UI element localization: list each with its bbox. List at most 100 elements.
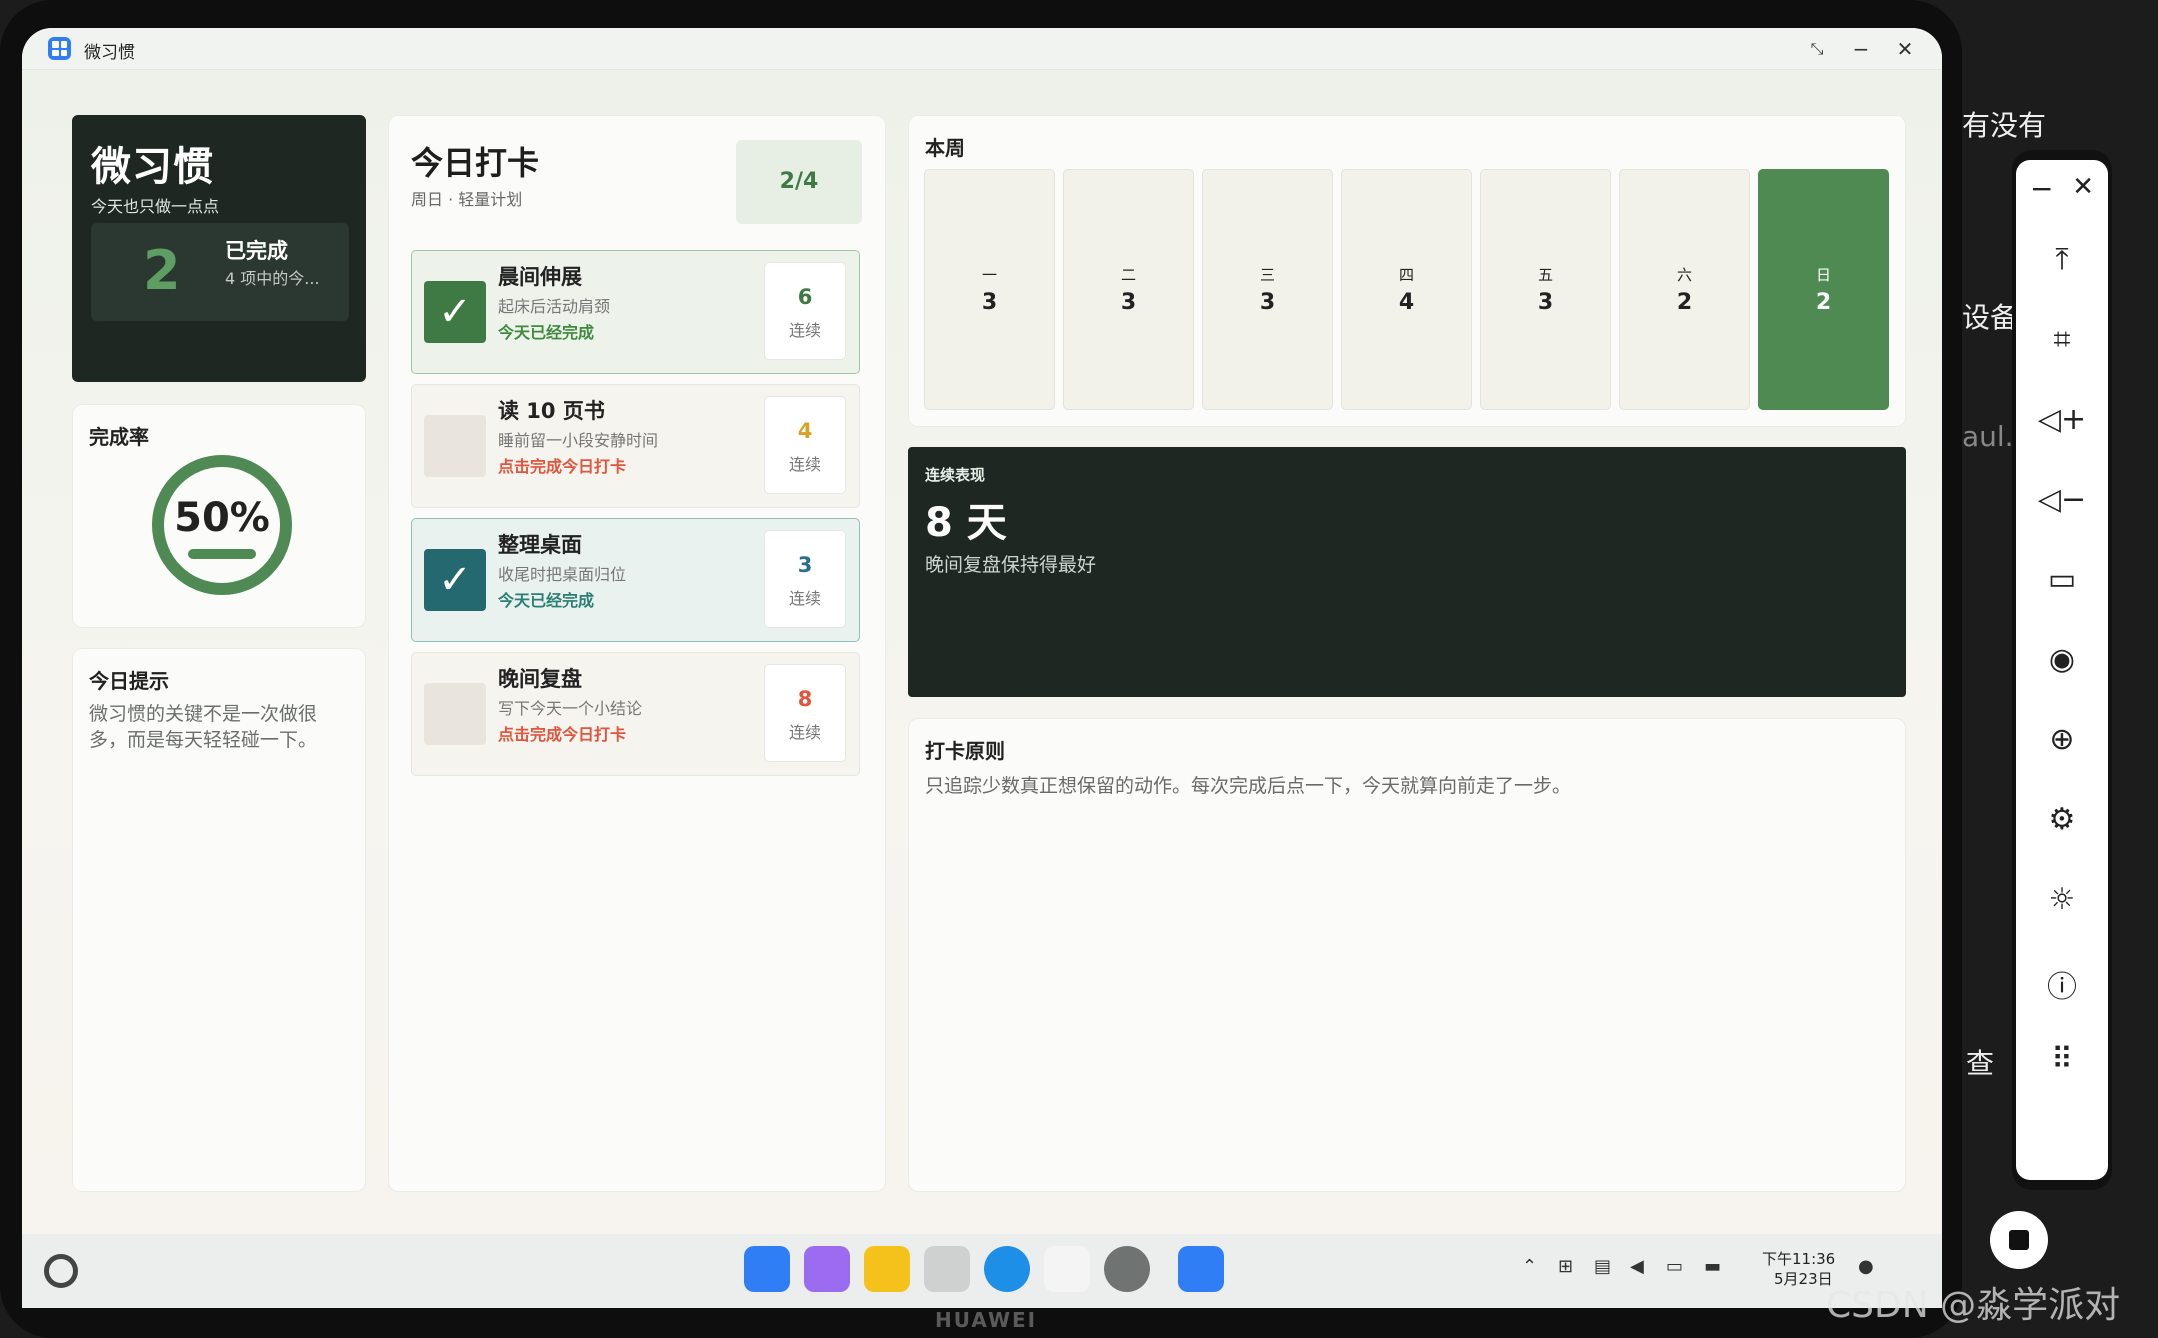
checkin-subtitle: 周日 · 轻量计划 xyxy=(411,190,523,209)
habit-streak: 4 连续 xyxy=(764,396,846,494)
taskbar: ⌃ ⊞ ▤ ◀ ▭ ▬ 下午11:36 5月23日 ● xyxy=(22,1234,1942,1308)
tip-text: 微习惯的关键不是一次做很多，而是每天轻轻碰一下。 xyxy=(89,703,318,751)
gallery-icon[interactable] xyxy=(1044,1246,1090,1292)
record-stop-button[interactable] xyxy=(1990,1211,2048,1269)
broadcast-icon[interactable]: ◉ xyxy=(2016,642,2108,677)
rule-label: 打卡原则 xyxy=(925,739,1005,763)
day-5[interactable]: 六 2 xyxy=(1619,169,1750,410)
day-label: 一 xyxy=(981,266,997,284)
habit-status[interactable]: 今天已经完成 xyxy=(498,587,594,611)
app-grid-icon[interactable] xyxy=(744,1246,790,1292)
check-icon[interactable]: ✓ xyxy=(424,549,486,611)
clock-date[interactable]: 5月23日 xyxy=(1774,1268,1833,1289)
day-2[interactable]: 三 3 xyxy=(1202,169,1333,410)
active-app-icon[interactable] xyxy=(1178,1246,1224,1292)
habit-streak: 6 连续 xyxy=(764,262,846,360)
done-count: 2 xyxy=(143,239,181,302)
upload-icon[interactable]: ⤒ xyxy=(2016,242,2108,277)
volume-icon[interactable]: ◀ xyxy=(1630,1256,1644,1277)
globe-icon[interactable]: ⊕ xyxy=(2016,722,2108,757)
start-button[interactable] xyxy=(44,1254,78,1288)
habit-desc: 收尾时把桌面归位 xyxy=(498,565,627,584)
clipboard-icon[interactable]: ▤ xyxy=(1594,1256,1611,1277)
multitask-icon[interactable] xyxy=(804,1246,850,1292)
browser-icon[interactable] xyxy=(984,1246,1030,1292)
crop-icon[interactable]: ⌗ xyxy=(2016,322,2108,357)
screen: 微习惯 ⤡ − ✕ 微习惯 今天也只做一点点 2 已完成 4 项中的今... 完… xyxy=(22,28,1942,1308)
gear-icon[interactable]: ⚙ xyxy=(2016,802,2108,837)
streak-count: 6 xyxy=(797,285,813,309)
notes-icon[interactable] xyxy=(864,1246,910,1292)
streak-value: 8 天 xyxy=(925,500,1007,546)
habit-item[interactable]: 晚间复盘 写下今天一个小结论 点击完成今日打卡 8 连续 xyxy=(411,652,860,776)
window-titlebar: 微习惯 ⤡ − ✕ xyxy=(22,28,1942,70)
day-label: 二 xyxy=(1120,266,1136,284)
progress-ring: 50% xyxy=(152,455,292,595)
rate-bar xyxy=(188,549,256,559)
streak-unit: 连续 xyxy=(788,321,821,340)
checkbox[interactable] xyxy=(424,415,486,477)
habit-streak: 3 连续 xyxy=(764,530,846,628)
day-0[interactable]: 一 3 xyxy=(924,169,1055,410)
checkin-title: 今日打卡 xyxy=(411,144,540,182)
day-label: 日 xyxy=(1815,266,1831,284)
bell-icon[interactable]: ● xyxy=(1858,1256,1874,1277)
done-summary: 2 已完成 4 项中的今... xyxy=(91,223,349,321)
day-value: 3 xyxy=(1259,290,1276,315)
checkbox[interactable] xyxy=(424,683,486,745)
habit-name: 读 10 页书 xyxy=(498,399,605,423)
rule-text: 只追踪少数真正想保留的动作。每次完成后点一下，今天就算向前走了一步。 xyxy=(925,775,1572,797)
close-button[interactable]: ✕ xyxy=(1890,34,1920,64)
done-detail: 4 项中的今... xyxy=(225,269,320,288)
habit-item[interactable]: 读 10 页书 睡前留一小段安静时间 点击完成今日打卡 4 连续 xyxy=(411,384,860,508)
hero-title: 微习惯 xyxy=(91,144,214,190)
done-label: 已完成 xyxy=(225,239,288,263)
habit-name: 晚间复盘 xyxy=(498,667,582,691)
bug-icon[interactable]: ☼ xyxy=(2016,882,2108,917)
day-value: 4 xyxy=(1398,290,1415,315)
keyboard-icon[interactable]: ⠿ xyxy=(2016,1042,2108,1077)
check-icon[interactable]: ✓ xyxy=(424,281,486,343)
habit-streak: 8 连续 xyxy=(764,664,846,762)
ime-icon[interactable]: ⊞ xyxy=(1558,1256,1573,1277)
rule-card: 打卡原则 只追踪少数真正想保留的动作。每次完成后点一下，今天就算向前走了一步。 xyxy=(908,718,1906,1192)
background-text: 查 xyxy=(1966,1047,1995,1080)
rate-label: 完成率 xyxy=(89,425,149,449)
streak-unit: 连续 xyxy=(788,589,821,608)
hero-card: 微习惯 今天也只做一点点 2 已完成 4 项中的今... xyxy=(72,115,366,382)
habit-status[interactable]: 点击完成今日打卡 xyxy=(498,453,626,477)
minimize-button[interactable]: − xyxy=(1846,34,1876,64)
watermark: CSDN @淼学派对 xyxy=(1826,1285,2121,1326)
settings-icon[interactable] xyxy=(1104,1246,1150,1292)
streak-label: 连续表现 xyxy=(925,466,986,484)
battery-icon[interactable]: ▬ xyxy=(1704,1256,1721,1277)
day-3[interactable]: 四 4 xyxy=(1341,169,1472,410)
completion-rate-card: 完成率 50% xyxy=(72,404,366,628)
habit-status[interactable]: 点击完成今日打卡 xyxy=(498,721,626,745)
rate-percent: 50% xyxy=(174,495,270,541)
window-title: 微习惯 xyxy=(84,43,135,63)
habit-item[interactable]: ✓ 晨间伸展 起床后活动肩颈 今天已经完成 6 连续 xyxy=(411,250,860,374)
habit-item[interactable]: ✓ 整理桌面 收尾时把桌面归位 今天已经完成 3 连续 xyxy=(411,518,860,642)
background-text: 有没有 xyxy=(1962,109,2047,142)
restore-icon[interactable]: ⤡ xyxy=(1802,34,1832,64)
day-6[interactable]: 日 2 xyxy=(1758,169,1889,410)
progress-badge: 2/4 xyxy=(736,140,862,224)
day-1[interactable]: 二 3 xyxy=(1063,169,1194,410)
clock-time[interactable]: 下午11:36 xyxy=(1762,1248,1835,1269)
week-label: 本周 xyxy=(925,136,965,160)
volume-down-icon[interactable]: ◁− xyxy=(2016,482,2108,517)
rotate-icon[interactable]: ▭ xyxy=(2016,562,2108,597)
day-label: 六 xyxy=(1676,266,1692,284)
habit-name: 整理桌面 xyxy=(498,533,582,557)
streak-unit: 连续 xyxy=(788,455,821,474)
info-icon[interactable]: ⓘ xyxy=(2016,962,2108,1006)
display-icon[interactable]: ▭ xyxy=(1666,1256,1683,1277)
volume-up-icon[interactable]: ◁+ xyxy=(2016,402,2108,437)
day-4[interactable]: 五 3 xyxy=(1480,169,1611,410)
habit-name: 晨间伸展 xyxy=(498,265,582,289)
trash-icon[interactable] xyxy=(924,1246,970,1292)
chevron-up-icon[interactable]: ⌃ xyxy=(1522,1256,1537,1277)
habit-status[interactable]: 今天已经完成 xyxy=(498,319,594,343)
close-icon[interactable]: ✕ xyxy=(2016,172,2108,202)
